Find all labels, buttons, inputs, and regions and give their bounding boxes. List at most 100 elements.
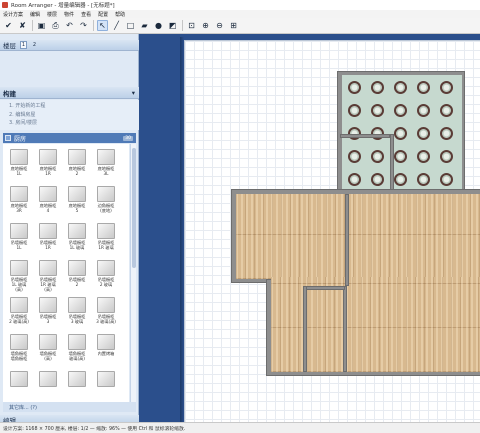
step-edit-house[interactable]: 2. 编辑房屋 [9,111,139,120]
cabinet-thumbnail-icon [97,186,115,202]
living-room-floor[interactable] [236,194,480,279]
print-icon[interactable]: ⎙ [50,20,61,31]
tile-medallion [440,173,453,186]
library-item[interactable] [36,369,60,399]
step-new-project[interactable]: 1. 开始新的工程 [9,102,139,111]
library-item[interactable]: 吊墙橱柜 2 玻璃(高) [7,295,31,325]
step-rooms[interactable]: 3. 房间/楼层 [9,119,139,128]
tile-medallion [417,173,430,186]
object-library-grid: 底地橱柜 1L 底地橱柜 1R 底地橱柜 2 底地橱柜 3L 底地橱柜 3R 底地橱柜 4… [3,144,129,402]
library-item[interactable]: 底地橱柜 2 [65,147,89,177]
redo-icon[interactable]: ↷ [78,20,89,31]
library-item[interactable]: 吊墙橱柜 1L 玻璃 [65,221,89,251]
wall-icon[interactable]: ▰ [139,20,150,31]
menu-settings[interactable]: 配置 [98,11,108,18]
grid-icon[interactable]: ⊞ [228,20,239,31]
cabinet-thumbnail-icon [97,297,115,313]
library-item[interactable]: 吊墙橱柜 3 [36,295,60,325]
cabinet-thumbnail-icon [68,223,86,239]
floor-tab-2[interactable]: 2 [31,41,38,49]
cabinet-thumbnail-icon [10,334,28,350]
floorplan-sheet[interactable] [184,40,480,422]
zoom-fit-icon[interactable]: ⊡ [186,20,197,31]
fill-icon[interactable]: ● [153,20,164,31]
library-item[interactable]: 墙角橱柜 (高) [36,332,60,362]
zoom-in-icon[interactable]: ⊕ [200,20,211,31]
library-item[interactable]: 底地橱柜 3R [7,184,31,214]
cross-icon[interactable]: ✘ [17,20,28,31]
zoom-out-icon[interactable]: ⊖ [214,20,225,31]
library-item[interactable]: 底地橱柜 5 [65,184,89,214]
library-item[interactable]: 吊墙橱柜 1R [36,221,60,251]
library-scrollbar[interactable] [130,144,136,402]
undo-icon[interactable]: ↶ [64,20,75,31]
status-bar: 设计方案: 1168 × 700 厘米, 楼层: 1/2 — 缩放: 96% —… [0,422,480,433]
menu-floors[interactable]: 楼层 [47,11,57,18]
library-item[interactable]: 吊墙橱柜 2 [65,258,89,288]
tile-medallion [394,81,407,94]
kitchen-inner-wall[interactable] [340,134,390,138]
inner-wall-stub[interactable] [303,286,307,372]
inner-wall-vertical[interactable] [343,286,347,372]
library-item-label: 吊墙橱柜 3 玻璃(高) [96,314,116,324]
build-header[interactable]: 构建 ▾ [0,87,139,99]
menu-objects[interactable]: 物件 [64,11,74,18]
library-item[interactable] [7,369,31,399]
cabinet-thumbnail-icon [39,149,57,165]
toolbar-separator [32,20,33,31]
library-item[interactable]: 底地橱柜 4 [36,184,60,214]
menu-design[interactable]: 设计方案 [3,11,23,18]
library-item[interactable]: 底地橱柜 3L [94,147,118,177]
floorplan-canvas[interactable] [140,34,480,422]
library-item[interactable]: 边角橱柜 (底地) [94,184,118,214]
room-divider-wall[interactable] [345,194,349,286]
library-item[interactable]: 吊墙橱柜 1L 玻璃 (高) [7,258,31,292]
check-icon[interactable]: ✔ [3,20,14,31]
floor-tab-1[interactable]: 1 [20,41,27,49]
library-item[interactable]: 吊墙橱柜 3 玻璃(高) [94,295,118,325]
tile-medallion [371,173,384,186]
library-item[interactable] [65,369,89,399]
library-item-label: 底地橱柜 4 [39,203,57,213]
library-item[interactable]: 内置烤箱 [94,332,118,362]
build-steps: 1. 开始新的工程 2. 编辑房屋 3. 房间/楼层 [0,100,139,130]
library-item[interactable]: 墙角橱柜 玻璃(高) [65,332,89,362]
menu-bar: 设计方案 编辑 楼层 物件 查看 配置 帮助 [0,10,480,18]
menu-help[interactable]: 帮助 [115,11,125,18]
tile-medallion [348,104,361,117]
kitchen-divider-wall[interactable] [390,134,394,194]
tile-medallion [394,127,407,140]
library-item-label: 墙角橱柜 (高) [39,351,57,361]
title-bar: Room Arranger - 增量编辑器 - [无标题*] [0,0,480,10]
library-item[interactable]: 吊墙橱柜 1R 玻璃 [94,221,118,251]
scrollbar-thumb[interactable] [132,148,136,268]
cabinet-thumbnail-icon [10,297,28,313]
save-icon[interactable]: ▣ [36,20,47,31]
tile-medallion [417,127,430,140]
library-item[interactable]: 底地橱柜 1R [36,147,60,177]
dimension-icon[interactable]: ◩ [167,20,178,31]
collapse-icon[interactable]: ▾ [132,89,135,97]
line-icon[interactable]: ╱ [111,20,122,31]
more-libraries-link[interactable]: 其它库... (?) [3,402,136,412]
category-checkbox[interactable] [5,135,11,141]
library-item[interactable]: 吊墙橱柜 1R 玻璃 (高) [36,258,60,292]
app-icon [2,2,8,8]
inner-wall-horizontal[interactable] [305,286,345,290]
library-item[interactable]: 底地橱柜 1L [7,147,31,177]
library-item[interactable] [94,369,118,399]
menu-edit[interactable]: 编辑 [30,11,40,18]
tile-medallion [348,150,361,163]
menu-view[interactable]: 查看 [81,11,91,18]
kitchen-category[interactable]: 厨房 30 [3,133,136,143]
rectangle-icon[interactable]: □ [125,20,136,31]
library-item[interactable]: 吊墙橱柜 3 玻璃 [65,295,89,325]
library-item-label: 边角橱柜 (底地) [97,203,115,213]
tile-medallion [371,150,384,163]
pointer-icon[interactable]: ↖ [97,20,108,31]
kitchen-label: 厨房 [14,135,27,143]
library-item[interactable]: 吊墙橱柜 2 玻璃 [94,258,118,288]
library-item[interactable]: 墙角橱柜 墙角橱柜 [7,332,31,362]
build-label: 构建 [3,89,16,98]
library-item[interactable]: 吊墙橱柜 1L [7,221,31,251]
